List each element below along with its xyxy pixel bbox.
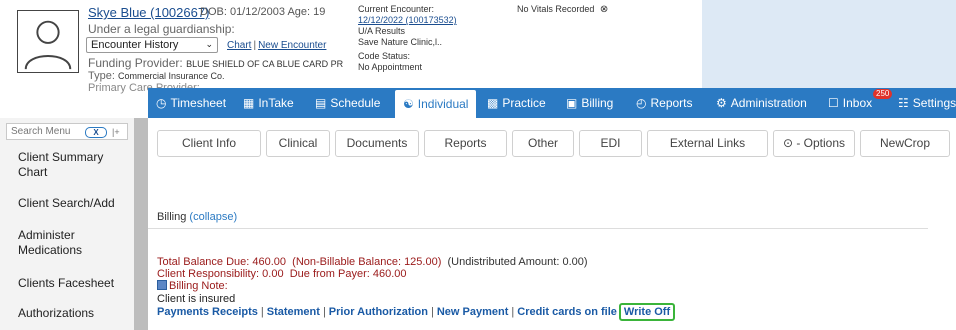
tab-options[interactable]: ⊙ - Options: [773, 130, 855, 157]
nav-billing[interactable]: ▣ Billing: [566, 88, 613, 118]
tab-edi[interactable]: EDI: [579, 130, 642, 157]
patient-dob-age: DOB: 01/12/2003 Age: 19: [200, 6, 326, 18]
inbox-count-badge: 250: [873, 89, 893, 99]
avatar: [17, 10, 79, 73]
top-nav: ◷ Timesheet ▦ InTake ▤ Schedule ☯ Individual…: [148, 88, 956, 118]
dollar-icon: ▣: [566, 96, 578, 110]
nav-inbox[interactable]: ☐ Inbox 250: [828, 88, 893, 118]
nav-intake[interactable]: ▦ InTake: [243, 88, 294, 118]
responsibility-line: Client Responsibility: 0.00 Due from Pay…: [157, 268, 407, 280]
search-menu-input[interactable]: Search Menu: [6, 123, 128, 140]
write-off-link[interactable]: Write Off: [624, 306, 670, 318]
nav-timesheet[interactable]: ◷ Timesheet: [156, 88, 226, 118]
gear-icon: ⚙: [716, 96, 727, 110]
billing-section-title: Billing (collapse): [157, 211, 238, 223]
new-encounter-link[interactable]: New Encounter: [258, 40, 326, 51]
tab-external-links[interactable]: External Links: [647, 130, 768, 157]
total-balance-line: Total Balance Due: 460.00 (Non-Billable …: [157, 256, 588, 268]
clear-search-button[interactable]: X: [85, 127, 107, 138]
funding-provider: Funding Provider: BLUE SHIELD OF CA BLUE…: [88, 56, 344, 70]
vitals-status: No Vitals Recorded ⊗: [517, 4, 609, 15]
person-icon: [24, 20, 72, 70]
billing-links: Payments Receipts | Statement | Prior Author…: [157, 303, 676, 321]
credit-cards-link[interactable]: Credit cards on file: [517, 306, 617, 318]
nav-schedule[interactable]: ▤ Schedule: [315, 88, 380, 118]
new-payment-link[interactable]: New Payment: [437, 306, 509, 318]
current-encounter-link[interactable]: 12/12/2022 (100173532): [358, 15, 457, 25]
insurance-type: Type: Commercial Insurance Co.: [88, 70, 225, 82]
statement-link[interactable]: Statement: [267, 306, 320, 318]
nav-settings[interactable]: ☷ Settings: [898, 88, 956, 118]
write-off-highlight: Write Off: [618, 303, 676, 321]
pie-chart-icon: ◴: [636, 96, 647, 110]
circle-x-icon[interactable]: ⊗: [600, 4, 608, 15]
tab-reports[interactable]: Reports: [424, 130, 507, 157]
prior-authorization-link[interactable]: Prior Authorization: [329, 306, 428, 318]
sidebar-item-clients-facesheet[interactable]: Clients Facesheet: [18, 276, 128, 291]
billing-divider: [148, 228, 928, 229]
clock-icon: ◷: [156, 96, 167, 110]
sidebar-item-client-search-add[interactable]: Client Search/Add: [18, 196, 128, 211]
tab-client-info[interactable]: Client Info: [157, 130, 261, 157]
nav-administration[interactable]: ⚙ Administration: [716, 88, 807, 118]
calendar-icon: ▤: [315, 96, 327, 110]
patient-header: Skye Blue (1002667) DOB: 01/12/2003 Age:…: [0, 0, 956, 94]
person-icon: ☯: [403, 97, 414, 111]
encounter-history-select[interactable]: Encounter History ⌄: [86, 37, 218, 53]
billing-collapse-link[interactable]: (collapse): [189, 211, 237, 223]
header-right-panel: [702, 0, 956, 88]
billing-note[interactable]: Billing Note:: [157, 280, 228, 292]
sliders-icon: ☷: [898, 96, 909, 110]
chart-link[interactable]: Chart: [227, 40, 251, 51]
chevron-down-icon: ⌄: [205, 39, 213, 49]
practice-icon: ▩: [487, 96, 499, 110]
note-icon: [157, 280, 167, 290]
tab-clinical[interactable]: Clinical: [266, 130, 330, 157]
sidebar-item-client-summary-chart[interactable]: Client Summary Chart: [18, 150, 128, 180]
patient-name-link[interactable]: Skye Blue (1002667): [88, 5, 209, 20]
current-encounter-panel: Current Encounter: 12/12/2022 (100173532…: [358, 4, 457, 72]
tab-documents[interactable]: Documents: [335, 130, 419, 157]
collapse-menu-button[interactable]: |+: [112, 127, 120, 137]
inbox-icon: ☐: [828, 96, 839, 110]
intake-icon: ▦: [243, 96, 255, 110]
nav-practice[interactable]: ▩ Practice: [487, 88, 546, 118]
sidebar-item-administer-medications[interactable]: Administer Medications: [18, 228, 128, 258]
sidebar-item-authorizations[interactable]: Authorizations: [18, 306, 128, 321]
payments-receipts-link[interactable]: Payments Receipts: [157, 306, 258, 318]
tab-newcrop[interactable]: NewCrop: [860, 130, 950, 157]
sidebar-scrollbar[interactable]: [134, 118, 148, 330]
nav-reports[interactable]: ◴ Reports: [636, 88, 693, 118]
nav-individual[interactable]: ☯ Individual: [395, 90, 477, 118]
tab-other[interactable]: Other: [512, 130, 574, 157]
header-links: Chart | New Encounter: [227, 40, 327, 51]
guardianship-label: Under a legal guardianship:: [88, 22, 235, 36]
